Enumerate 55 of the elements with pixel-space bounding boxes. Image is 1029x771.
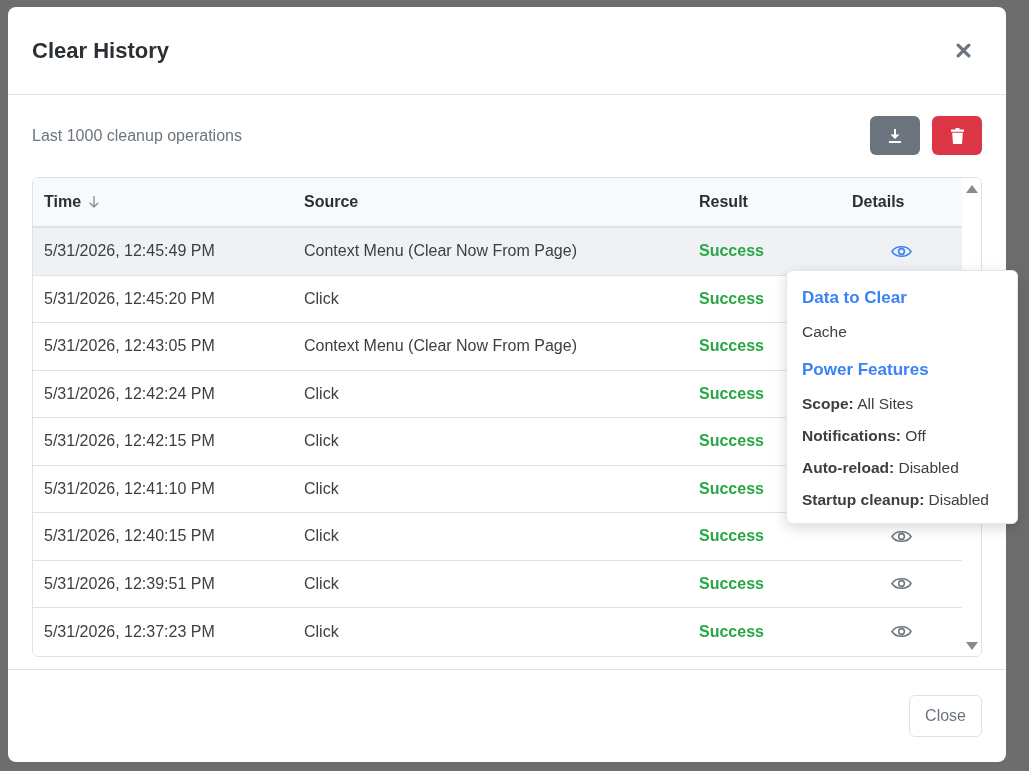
view-details-button[interactable]: [890, 528, 912, 544]
time-cell: 5/31/2026, 12:37:23 PM: [44, 622, 215, 641]
download-button[interactable]: [870, 116, 920, 155]
source-cell: Context Menu (Clear Now From Page): [304, 337, 577, 356]
popover-text: Notifications: Off: [802, 426, 927, 446]
download-icon: [888, 128, 902, 143]
time-cell: 5/31/2026, 12:39:51 PM: [44, 574, 215, 593]
time-cell: 5/31/2026, 12:42:15 PM: [44, 432, 215, 451]
result-cell: Success: [699, 527, 764, 546]
column-header[interactable]: Source: [304, 193, 359, 211]
eye-icon: [890, 528, 912, 544]
eye-icon: [890, 243, 912, 259]
view-details-button[interactable]: [890, 624, 912, 640]
source-cell: Click: [304, 384, 339, 403]
close-button[interactable]: [956, 43, 971, 58]
source-cell: Click: [304, 432, 339, 451]
result-cell: Success: [699, 622, 764, 641]
popover-text: Scope: All Sites: [802, 394, 915, 414]
result-cell: Success: [699, 384, 764, 403]
source-cell: Click: [304, 527, 339, 546]
column-header[interactable]: Details: [852, 193, 905, 211]
time-cell: 5/31/2026, 12:42:24 PM: [44, 384, 215, 403]
source-cell: Click: [304, 479, 339, 498]
delete-button[interactable]: [932, 116, 982, 155]
source-cell: Context Menu (Clear Now From Page): [304, 242, 577, 261]
time-cell: 5/31/2026, 12:45:20 PM: [44, 289, 215, 308]
time-cell: 5/31/2026, 12:43:05 PM: [44, 337, 215, 356]
result-cell: Success: [699, 289, 764, 308]
source-cell: Click: [304, 574, 339, 593]
table-row[interactable]: 5/31/2026, 12:45:49 PM Context Menu (Clear Now From Page) Success: [33, 228, 962, 276]
time-cell: 5/31/2026, 12:41:10 PM: [44, 479, 215, 498]
close-icon: [956, 43, 971, 58]
time-cell: 5/31/2026, 12:40:15 PM: [44, 527, 215, 546]
scroll-up-arrow-icon[interactable]: [965, 185, 978, 193]
column-header[interactable]: Time: [44, 193, 82, 211]
source-cell: Click: [304, 289, 339, 308]
time-cell: 5/31/2026, 12:45:49 PM: [44, 242, 215, 261]
view-details-button[interactable]: [890, 243, 912, 259]
source-cell: Click: [304, 622, 339, 641]
result-cell: Success: [699, 337, 764, 356]
history-caption: Last 1000 cleanup operations: [32, 126, 242, 145]
trash-icon: [950, 127, 964, 144]
scroll-down-arrow-icon[interactable]: [965, 641, 978, 650]
eye-icon: [890, 624, 912, 640]
popover-text: Cache: [802, 322, 848, 342]
column-header[interactable]: Result: [699, 193, 748, 211]
close-button[interactable]: Close: [909, 695, 982, 737]
result-cell: Success: [699, 574, 764, 593]
eye-icon: [890, 576, 912, 592]
result-cell: Success: [699, 242, 764, 261]
dialog-title: Clear History: [32, 37, 169, 64]
popover-heading: Data to Clear: [802, 288, 908, 308]
result-cell: Success: [699, 479, 764, 498]
result-cell: Success: [699, 432, 764, 451]
view-details-button[interactable]: [890, 576, 912, 592]
